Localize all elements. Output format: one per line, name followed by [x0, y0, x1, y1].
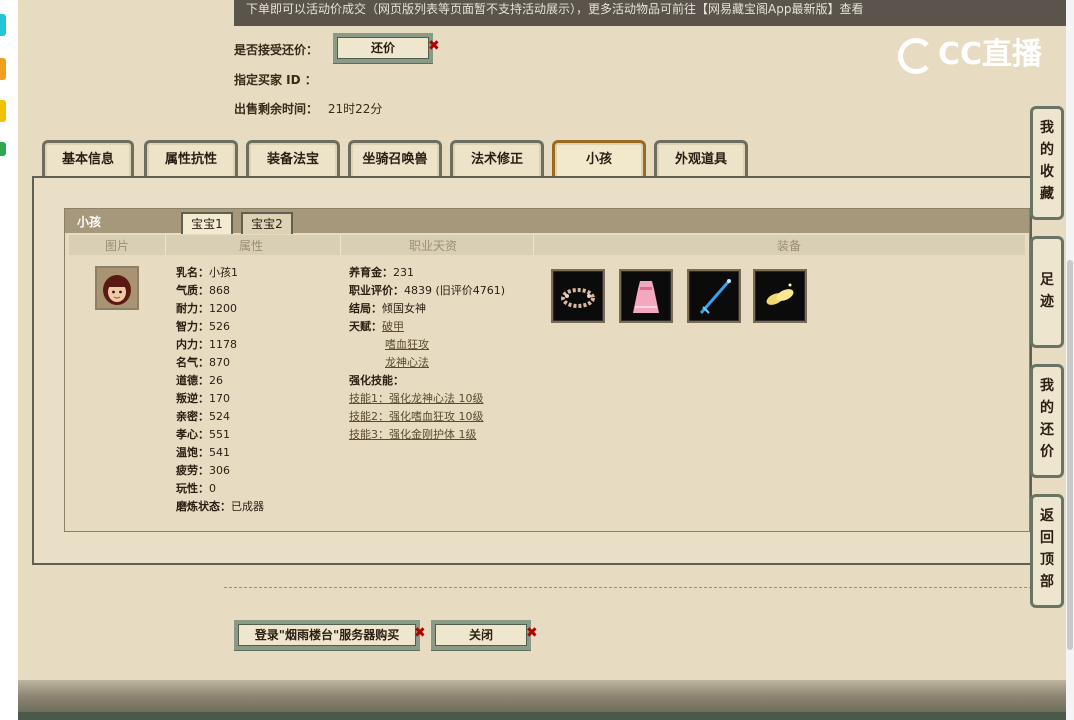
close-button[interactable]: 关闭 [431, 620, 531, 650]
skill-link[interactable]: 技能3：强化金刚护体 1级 [349, 428, 477, 441]
col-career-talent: 职业天资 [409, 239, 458, 253]
career-talent-list: 养育金：231 职业评价：4839 (旧评价4761) 结局：倾国女神 天赋：破… [349, 264, 505, 444]
talent-row: 嗜血狂攻 [349, 336, 505, 354]
col-attributes: 属性 [239, 239, 264, 253]
tab-basic-info[interactable]: 基本信息 [42, 140, 134, 178]
skill-link[interactable]: 技能1：强化龙神心法 10级 [349, 392, 484, 405]
ending-row: 结局：倾国女神 [349, 302, 426, 315]
tab-mounts-summons[interactable]: 坐骑召唤兽 [348, 140, 442, 178]
talent-row: 龙神心法 [349, 354, 505, 372]
flower-wreath-icon[interactable] [551, 269, 605, 323]
col-picture: 图片 [105, 239, 130, 253]
side-nav-my-counters[interactable]: 我的还价 [1030, 364, 1064, 478]
attr-row: 耐力：1200 [176, 302, 237, 315]
side-nav-favorites[interactable]: 我的收藏 [1030, 106, 1064, 220]
cc-logo-icon [898, 37, 934, 74]
talent-row: 天赋：破甲 [349, 320, 404, 333]
tab-child[interactable]: 小孩 [552, 140, 646, 178]
time-left-value: 21时22分 [327, 102, 383, 116]
blue-sword-icon[interactable] [687, 269, 741, 323]
side-nav-footprints[interactable]: 足迹 [1030, 236, 1064, 348]
attr-row: 玩性：0 [176, 482, 216, 495]
skill-link[interactable]: 技能2：强化嗜血狂攻 10级 [349, 410, 484, 423]
upbringing-row: 养育金：231 [349, 266, 414, 279]
attr-row: 智力：526 [176, 320, 230, 333]
column-header: 图片 属性 职业天资 装备 [69, 235, 1025, 255]
app-icon-cyan[interactable] [0, 14, 6, 36]
skill-row: 技能1：强化龙神心法 10级 [349, 390, 505, 408]
left-taskbar [0, 0, 18, 720]
eval-row: 职业评价：4839 (旧评价4761) [349, 284, 506, 297]
divider [224, 587, 1032, 588]
activity-notice: 下单即可以活动价成交（网页版列表等页面暂不支持活动展示），更多活动物品可前往【网… [234, 0, 1066, 26]
scrollbar[interactable] [1066, 0, 1074, 720]
golden-shoes-icon[interactable] [753, 269, 807, 323]
attr-row: 孝心：551 [176, 428, 230, 441]
close-icon: ✖ [428, 38, 440, 54]
skill-row: 技能2：强化嗜血狂攻 10级 [349, 408, 505, 426]
cc-live-logo: CC直播 [898, 32, 1048, 78]
tab-appearance[interactable]: 外观道具 [654, 140, 748, 178]
attr-row: 道德：26 [176, 374, 223, 387]
talent-link[interactable]: 龙神心法 [385, 356, 429, 369]
pink-dress-icon[interactable] [619, 269, 673, 323]
close-icon: ✖ [414, 625, 426, 641]
attr-row: 叛逆：170 [176, 392, 230, 405]
subtab-baby-2[interactable]: 宝宝2 [241, 212, 293, 234]
attr-row: 乳名：小孩1 [176, 266, 238, 279]
child-avatar [95, 266, 139, 310]
tab-attribute-resist[interactable]: 属性抗性 [144, 140, 238, 178]
tab-equipment[interactable]: 装备法宝 [246, 140, 340, 178]
child-panel-title: 小孩 [77, 215, 102, 229]
app-icon-orange[interactable] [0, 58, 6, 80]
enhance-label: 强化技能： [349, 374, 404, 387]
bottom-decoration [18, 680, 1066, 720]
attribute-list: 乳名：小孩1 气质：868 耐力：1200 智力：526 内力：1178 名气：… [176, 264, 264, 516]
login-buy-button[interactable]: 登录"烟雨楼台"服务器购买 [234, 620, 420, 650]
talent-link[interactable]: 破甲 [382, 320, 404, 333]
side-nav-back-to-top[interactable]: 返回顶部 [1030, 494, 1064, 608]
accept-counter-label: 是否接受还价： [234, 43, 319, 57]
attr-row: 内力：1178 [176, 338, 237, 351]
col-equipment: 装备 [777, 239, 802, 253]
counter-offer-button[interactable]: 还价 [333, 33, 433, 63]
scrollbar-thumb[interactable] [1067, 260, 1073, 650]
skill-row: 技能3：强化金刚护体 1级 [349, 426, 505, 444]
attr-row: 疲劳：306 [176, 464, 230, 477]
app-icon-yellow[interactable] [0, 100, 6, 122]
attr-row: 温饱：541 [176, 446, 230, 459]
attr-row: 磨炼状态：已成器 [176, 500, 264, 513]
attr-row: 气质：868 [176, 284, 230, 297]
tab-spell-correction[interactable]: 法术修正 [450, 140, 544, 178]
attr-row: 名气：870 [176, 356, 230, 369]
subtab-baby-1[interactable]: 宝宝1 [181, 212, 233, 234]
time-left-row: 出售剩余时间： 21时22分 [234, 102, 383, 116]
attr-row: 亲密：524 [176, 410, 230, 423]
buyer-id-label: 指定买家 ID ： [234, 73, 317, 87]
close-icon: ✖ [526, 625, 538, 641]
talent-link[interactable]: 嗜血狂攻 [385, 338, 429, 351]
app-icon-green[interactable] [0, 142, 6, 156]
